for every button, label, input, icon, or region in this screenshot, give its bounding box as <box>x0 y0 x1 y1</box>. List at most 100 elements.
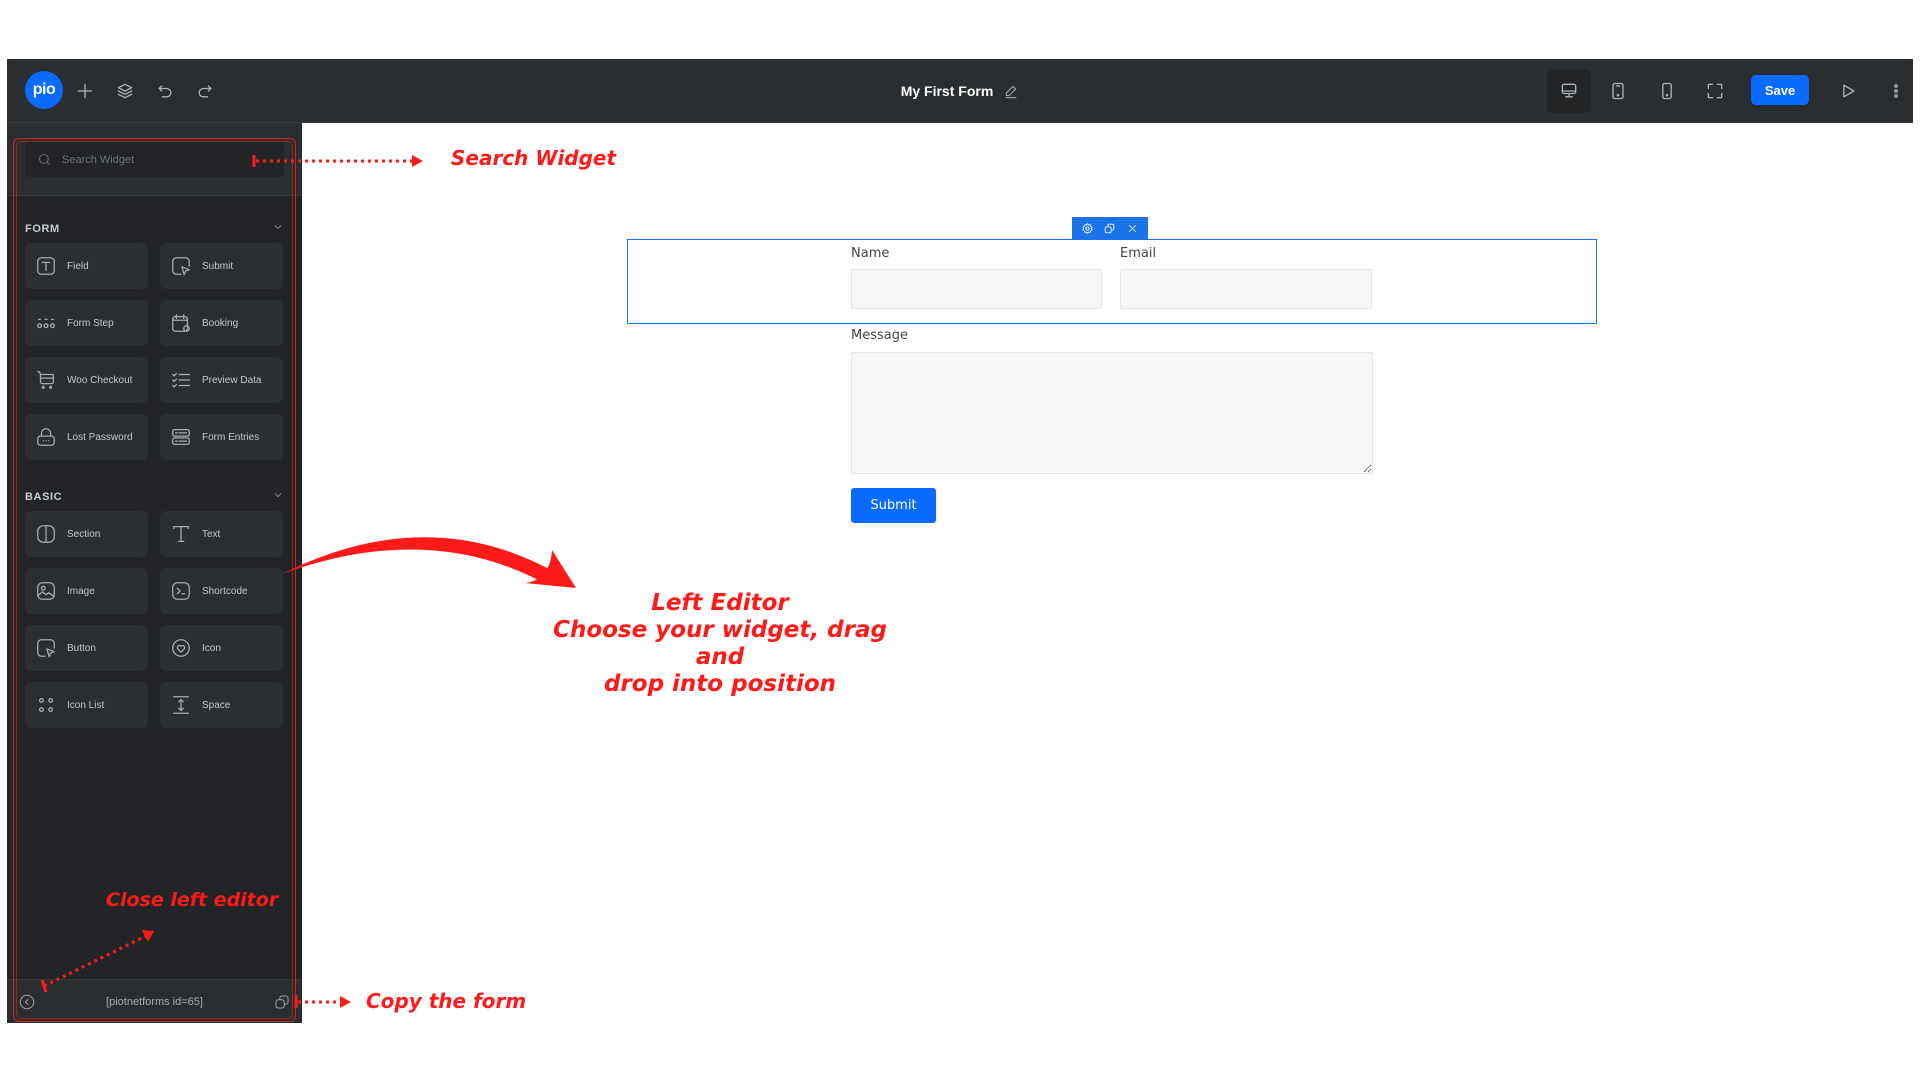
search-icon <box>39 154 50 165</box>
form-widget-grid: Field Submit Form Step Booking Woo Check… <box>25 243 284 460</box>
message-label: Message <box>851 328 908 343</box>
widget-label: Space <box>202 699 231 711</box>
name-input[interactable] <box>851 269 1102 309</box>
plus-icon <box>77 83 93 99</box>
widget-booking[interactable]: Booking <box>160 300 283 346</box>
widget-field[interactable]: Field <box>25 243 148 289</box>
close-icon <box>1129 224 1137 232</box>
search-widget-box <box>25 142 284 177</box>
layers-icon <box>117 83 133 99</box>
name-label: Name <box>851 246 890 261</box>
widget-form-step[interactable]: Form Step <box>25 300 148 346</box>
fullscreen-icon <box>1707 83 1723 99</box>
basic-widget-grid: Section Text Image Shortcode Button Icon <box>25 511 284 728</box>
preview-button[interactable] <box>1833 76 1863 106</box>
group-title: FORM <box>25 223 60 235</box>
redo-icon <box>198 85 212 98</box>
desktop-icon <box>1561 83 1577 98</box>
pencil-icon <box>1005 85 1017 99</box>
widget-label: Image <box>67 585 95 597</box>
widget-label: Submit <box>202 260 234 272</box>
copy-icon <box>275 994 289 1009</box>
widget-button[interactable]: Button <box>25 625 148 671</box>
section-delete-button[interactable] <box>1125 220 1141 236</box>
section-toolbar <box>1072 217 1148 239</box>
selected-section[interactable] <box>627 239 1597 324</box>
widget-section[interactable]: Section <box>25 511 148 557</box>
message-textarea[interactable] <box>851 352 1373 474</box>
lock-icon <box>37 428 55 446</box>
widget-label: Text <box>202 528 221 540</box>
text-icon <box>173 526 189 542</box>
widget-label: Form Entries <box>202 431 260 443</box>
add-widget-button[interactable] <box>70 76 100 106</box>
widget-shortcode[interactable]: Shortcode <box>160 568 283 614</box>
widget-label: Form Step <box>67 317 114 329</box>
widget-text[interactable]: Text <box>160 511 283 557</box>
widget-icon[interactable]: Icon <box>160 625 283 671</box>
widget-icon-list[interactable]: Icon List <box>25 682 148 728</box>
left-editor-panel: FORM Field Submit Form Step Booking <box>7 123 302 1023</box>
layers-button[interactable] <box>110 76 140 106</box>
section-settings-button[interactable] <box>1079 220 1095 236</box>
chevron-left-circle-icon <box>19 994 35 1009</box>
form-title[interactable]: My First Form <box>901 83 994 99</box>
save-button[interactable]: Save <box>1751 75 1809 105</box>
top-toolbar: pio My First Form Save <box>7 59 1913 123</box>
fullscreen-button[interactable] <box>1700 76 1730 106</box>
duplicate-icon <box>1105 223 1115 233</box>
group-header-form[interactable]: FORM <box>25 219 284 239</box>
sidebar-footer: [piotnetforms id=65] <box>7 979 302 1023</box>
widget-submit[interactable]: Submit <box>160 243 283 289</box>
mobile-icon <box>1662 82 1672 100</box>
email-input[interactable] <box>1120 269 1372 309</box>
mobile-view-button[interactable] <box>1652 76 1682 106</box>
checklist-icon <box>172 372 190 388</box>
widget-form-entries[interactable]: Form Entries <box>160 414 283 460</box>
email-label: Email <box>1120 246 1157 261</box>
image-icon <box>37 582 55 600</box>
tablet-icon <box>1612 82 1624 100</box>
button-cursor-icon <box>37 639 55 658</box>
form-step-icon <box>37 318 55 329</box>
widget-preview-data[interactable]: Preview Data <box>160 357 283 403</box>
widget-label: Woo Checkout <box>67 374 133 386</box>
form-submit-button[interactable]: Submit <box>851 488 936 523</box>
widget-space[interactable]: Space <box>160 682 283 728</box>
text-field-icon <box>37 257 55 275</box>
widget-label: Lost Password <box>67 431 133 443</box>
widget-label: Field <box>67 260 89 272</box>
copy-form-button[interactable] <box>272 992 292 1012</box>
undo-button[interactable] <box>150 76 180 106</box>
undo-icon <box>158 85 172 98</box>
search-area <box>7 123 302 196</box>
tablet-view-button[interactable] <box>1603 76 1633 106</box>
search-widget-input[interactable] <box>62 153 262 166</box>
desktop-view-button[interactable] <box>1554 76 1584 106</box>
edit-title-button[interactable] <box>1003 83 1019 99</box>
gear-icon <box>1082 222 1093 234</box>
widget-lost-password[interactable]: Lost Password <box>25 414 148 460</box>
widget-label: Button <box>67 642 96 654</box>
close-left-editor-button[interactable] <box>17 992 37 1012</box>
cart-icon <box>37 371 54 389</box>
chevron-down-icon <box>272 220 284 238</box>
widget-label: Preview Data <box>202 374 262 386</box>
submit-cursor-icon <box>172 257 190 276</box>
more-options-button[interactable] <box>1881 76 1911 106</box>
widget-image[interactable]: Image <box>25 568 148 614</box>
chevron-down-icon <box>272 488 284 506</box>
widget-label: Section <box>67 528 101 540</box>
widget-label: Shortcode <box>202 585 248 597</box>
widget-label: Icon List <box>67 699 105 711</box>
widget-label: Icon <box>202 642 221 654</box>
widget-label: Booking <box>202 317 239 329</box>
section-columns-icon <box>37 525 55 543</box>
app-logo[interactable]: pio <box>25 71 63 109</box>
terminal-icon <box>172 582 190 600</box>
widget-woo-checkout[interactable]: Woo Checkout <box>25 357 148 403</box>
group-header-basic[interactable]: BASIC <box>25 487 284 507</box>
redo-button[interactable] <box>190 76 220 106</box>
section-duplicate-button[interactable] <box>1102 220 1118 236</box>
heart-circle-icon <box>172 639 190 657</box>
